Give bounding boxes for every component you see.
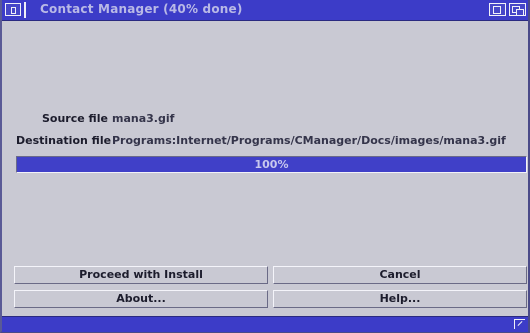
depth-arrange-icon[interactable]	[509, 3, 526, 16]
about-button[interactable]: About...	[14, 290, 268, 308]
window-title: Contact Manager (40% done)	[40, 2, 243, 16]
source-file-value: mana3.gif	[112, 112, 175, 125]
title-separator	[24, 2, 26, 18]
progress-text: 100%	[254, 158, 289, 171]
progress-bar: 100%	[16, 156, 527, 173]
close-icon[interactable]	[5, 3, 21, 16]
resize-icon[interactable]	[514, 319, 525, 329]
source-file-label: Source file	[42, 112, 108, 125]
help-button[interactable]: Help...	[273, 290, 527, 308]
title-bar[interactable]: Contact Manager (40% done)	[2, 0, 528, 21]
bottom-border-bar	[2, 316, 528, 332]
cancel-button[interactable]: Cancel	[273, 266, 527, 284]
installer-window: Contact Manager (40% done) Source file m…	[0, 0, 530, 333]
proceed-install-button[interactable]: Proceed with Install	[14, 266, 268, 284]
destination-file-label: Destination file	[16, 134, 112, 147]
destination-file-value: Programs:Internet/Programs/CManager/Docs…	[112, 134, 506, 147]
zoom-icon[interactable]	[489, 3, 506, 16]
